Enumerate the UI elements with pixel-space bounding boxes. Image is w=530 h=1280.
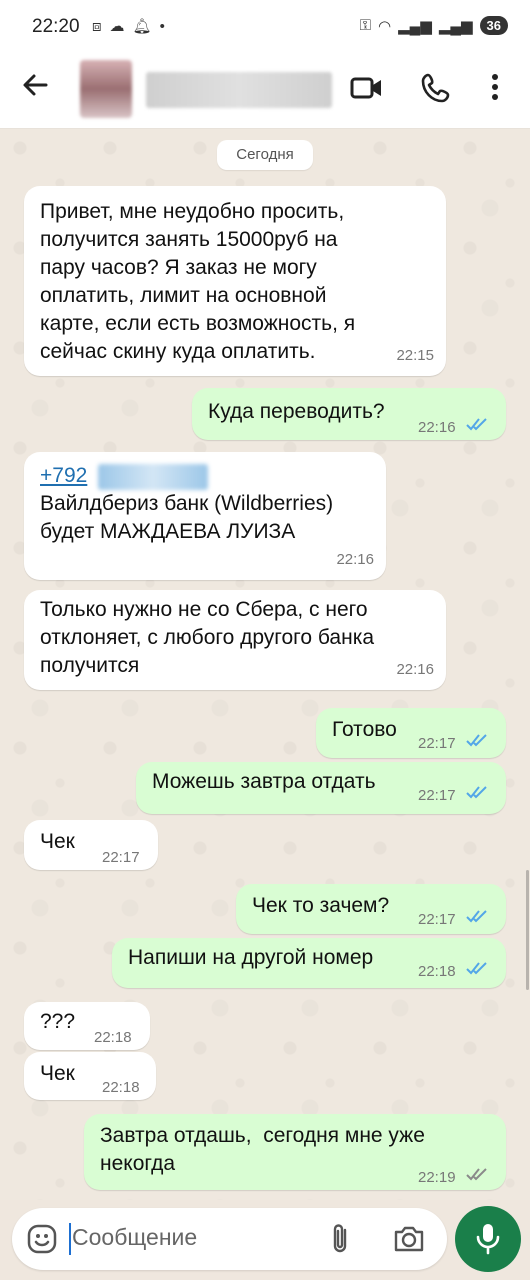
message-bubble[interactable]: Куда переводить? 22:16 — [192, 388, 506, 440]
message-time: 22:18 — [102, 1079, 140, 1096]
signal-icon-2: ▂▄▆ — [438, 17, 473, 35]
message-time: 22:19 — [418, 1169, 456, 1186]
message-time: 22:17 — [418, 735, 456, 752]
text-cursor — [69, 1223, 71, 1255]
message-time: 22:17 — [102, 849, 140, 866]
message-bubble[interactable]: ??? 22:18 — [24, 1002, 150, 1050]
bell-icon: 🔔︎ — [132, 18, 152, 35]
camera-icon[interactable] — [392, 1224, 426, 1259]
message-text: Только нужно не со Сбера, с него отклоня… — [40, 598, 375, 677]
message-text: Привет, мне неудобно просить, получится … — [40, 200, 356, 363]
message-time: 22:18 — [418, 963, 456, 980]
message-text: Чек — [40, 1062, 75, 1085]
message-bubble[interactable]: Только нужно не со Сбера, с него отклоня… — [24, 590, 446, 690]
read-ticks-icon — [466, 728, 490, 756]
key-icon: ⚿ — [359, 17, 372, 34]
message-text: Напиши на другой номер — [128, 946, 374, 969]
message-bubble[interactable]: Готово 22:17 — [316, 708, 506, 758]
message-time: 22:18 — [94, 1029, 132, 1046]
status-bar: 22:20 ⧈ ☁ 🔔︎ • ⚿ ◠ ▂▄▆ ▂▄▆ 36 — [0, 0, 530, 52]
read-ticks-icon — [466, 780, 490, 808]
message-time: 22:17 — [418, 911, 456, 928]
message-time: 22:16 — [336, 551, 374, 568]
message-bubble[interactable]: Чек 22:17 — [24, 820, 158, 870]
message-time: 22:16 — [418, 419, 456, 436]
read-ticks-icon — [466, 412, 490, 440]
dot-icon: • — [159, 17, 165, 35]
emoji-icon[interactable] — [26, 1223, 58, 1260]
phone-call-icon[interactable] — [420, 72, 452, 109]
signal-icon: ▂▄▆ — [398, 17, 432, 35]
message-text: ??? — [40, 1010, 76, 1033]
more-vert-icon[interactable] — [490, 72, 500, 108]
message-bubble[interactable]: Напиши на другой номер 22:18 — [112, 938, 506, 988]
status-notification-icons: ⧈ ☁ 🔔︎ • — [92, 17, 165, 36]
message-input[interactable]: Сообщение — [72, 1224, 197, 1251]
battery-indicator: 36 — [479, 16, 508, 35]
status-system-icons: ⚿ ◠ ▂▄▆ ▂▄▆ 36 — [360, 16, 508, 35]
back-arrow-icon[interactable] — [20, 70, 50, 109]
message-text: Чек то зачем? — [252, 894, 390, 917]
microphone-icon — [475, 1222, 501, 1261]
message-text: Вайлдбериз банк (Wildberries) будет МАЖД… — [40, 492, 334, 543]
wifi-icon: ◠ — [378, 17, 392, 35]
message-bubble[interactable]: Привет, мне неудобно просить, получится … — [24, 186, 446, 376]
read-ticks-icon — [466, 904, 490, 932]
message-bubble[interactable]: Чек 22:18 — [24, 1052, 156, 1100]
message-text: Чек — [40, 830, 75, 853]
delivered-ticks-icon — [466, 1162, 490, 1190]
read-ticks-icon — [466, 956, 490, 984]
cloud-icon: ☁ — [109, 18, 125, 35]
attach-icon[interactable] — [327, 1222, 353, 1261]
phone-number-link[interactable]: +792 — [40, 462, 87, 490]
voice-record-button[interactable] — [455, 1206, 521, 1272]
message-bubble[interactable]: +792 Вайлдбериз банк (Wildberries) будет… — [24, 452, 386, 580]
video-call-icon[interactable] — [350, 73, 384, 108]
screenshot-icon: ⧈ — [92, 17, 102, 35]
status-time: 22:20 — [32, 16, 80, 37]
message-bubble[interactable]: Завтра отдашь, сегодня мне уже некогда 2… — [84, 1114, 506, 1190]
message-text: Завтра отдашь, сегодня мне уже некогда — [100, 1124, 425, 1175]
message-composer[interactable]: Сообщение — [12, 1208, 447, 1270]
contact-name[interactable] — [146, 72, 332, 108]
redacted-phone-digits — [98, 464, 208, 490]
message-bubble[interactable]: Чек то зачем? 22:17 — [236, 884, 506, 934]
message-text: Куда переводить? — [208, 400, 385, 423]
message-bubble[interactable]: Можешь завтра отдать 22:17 — [136, 762, 506, 814]
message-text: Готово — [332, 718, 397, 741]
message-time: 22:15 — [396, 347, 434, 364]
chat-scrollbar[interactable] — [526, 870, 529, 990]
message-time: 22:16 — [396, 661, 434, 678]
message-time: 22:17 — [418, 787, 456, 804]
message-text: Можешь завтра отдать — [152, 770, 376, 793]
chat-header — [0, 52, 530, 129]
date-separator: Сегодня — [217, 140, 313, 170]
contact-avatar[interactable] — [80, 60, 132, 118]
